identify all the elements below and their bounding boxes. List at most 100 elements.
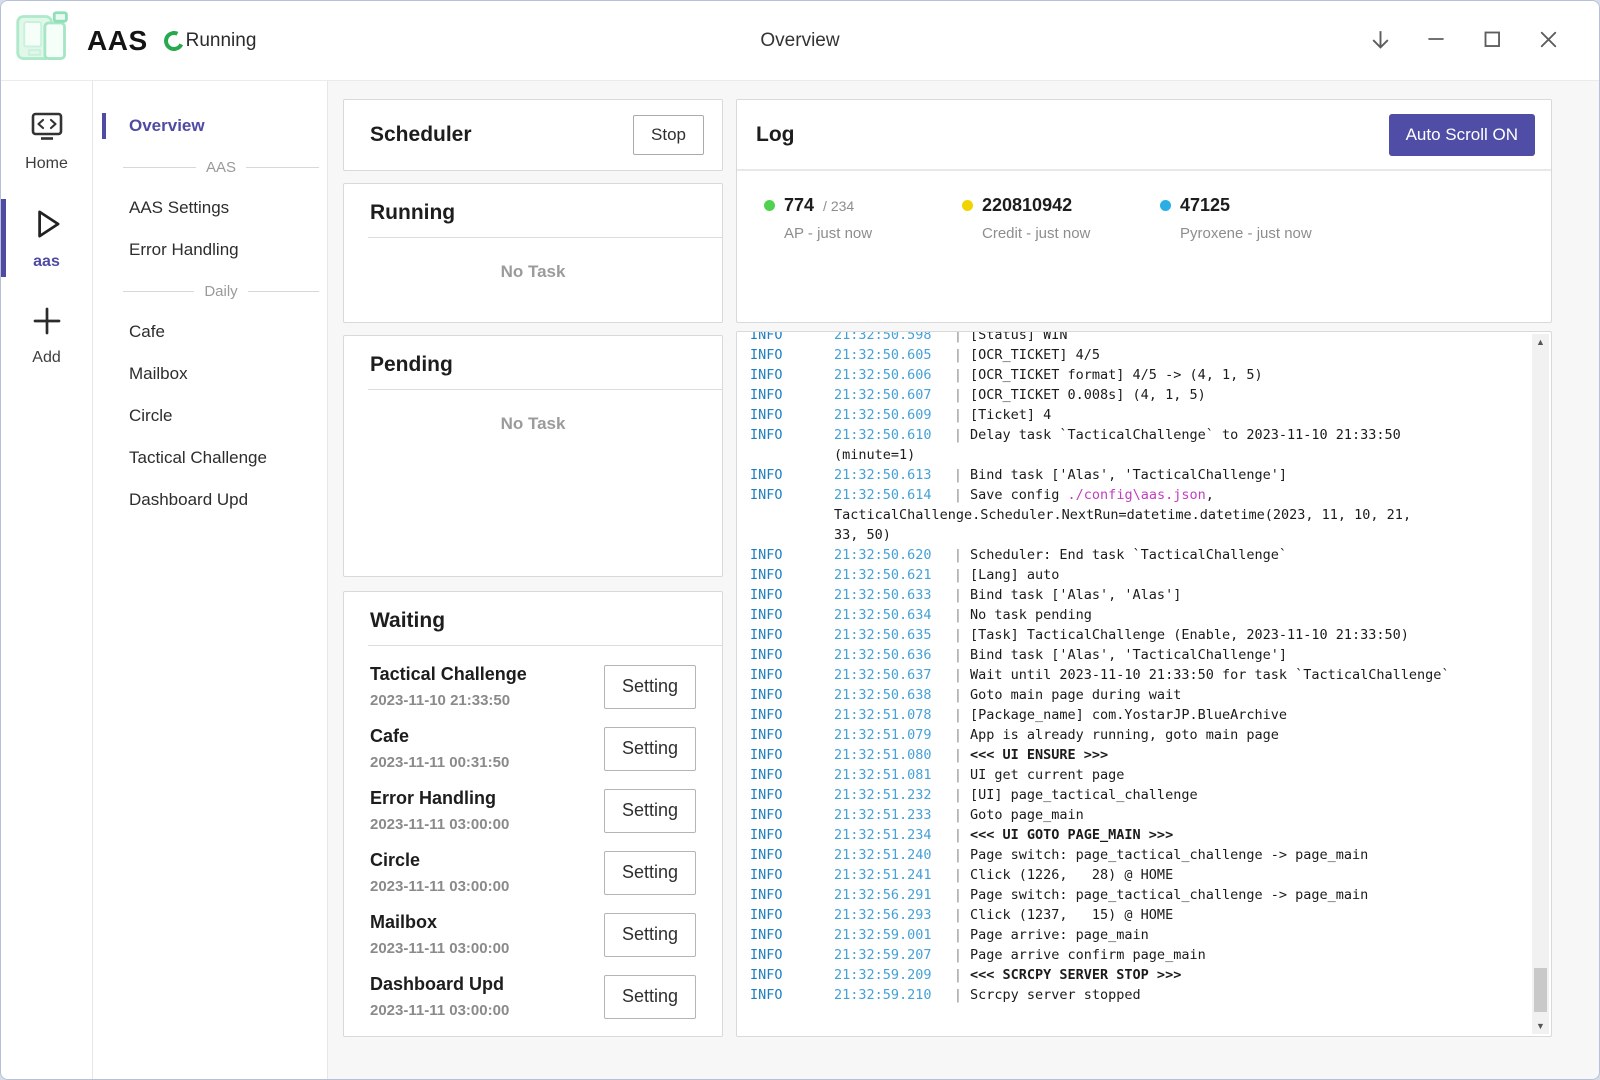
log-view-card: INFO21:32:50.598|[Status] WININFO21:32:5… (736, 331, 1552, 1037)
rail-item-home[interactable]: Home (1, 101, 92, 181)
waiting-item-next-run: 2023-11-11 03:00:00 (370, 940, 509, 957)
log-timestamp: 21:32:51.232 (834, 785, 946, 805)
log-message: <<< SCRCPY SERVER STOP >>> (970, 965, 1519, 985)
sidebar-item-mailbox[interactable]: Mailbox (93, 353, 327, 395)
log-message: [Package_name] com.YostarJP.BlueArchive (970, 705, 1519, 725)
log-level: INFO (750, 805, 834, 825)
log-timestamp: 21:32:50.638 (834, 685, 946, 705)
log-level: INFO (750, 685, 834, 705)
log-separator: | (946, 925, 970, 945)
waiting-item-info: Circle2023-11-11 03:00:00 (370, 850, 509, 895)
log-timestamp: 21:32:50.609 (834, 405, 946, 425)
log-separator: | (946, 665, 970, 685)
log-line: INFO21:32:50.613|Bind task ['Alas', 'Tac… (750, 465, 1519, 485)
waiting-list: Tactical Challenge2023-11-10 21:33:50 Set… (344, 646, 722, 1028)
app-name: AAS (87, 25, 148, 57)
download-button[interactable] (1365, 26, 1395, 56)
minimize-button[interactable] (1421, 26, 1451, 56)
running-status-label: Running (186, 30, 257, 52)
log-message: [UI] page_tactical_challenge (970, 785, 1519, 805)
log-message: TacticalChallenge.Scheduler.NextRun=date… (834, 505, 1519, 525)
log-separator: | (946, 725, 970, 745)
log-timestamp: 21:32:51.233 (834, 805, 946, 825)
scrollbar-thumb[interactable] (1534, 968, 1547, 1012)
log-line: INFO21:32:50.605|[OCR_TICKET] 4/5 (750, 345, 1519, 365)
setting-button-circle[interactable]: Setting (604, 851, 696, 895)
log-separator: | (946, 885, 970, 905)
log-timestamp: 21:32:51.080 (834, 745, 946, 765)
log-line: INFO21:32:51.233|Goto page_main (750, 805, 1519, 825)
waiting-item-info: Error Handling2023-11-11 03:00:00 (370, 788, 509, 833)
log-timestamp: 21:32:50.598 (834, 331, 946, 345)
log-level: INFO (750, 725, 834, 745)
auto-scroll-button[interactable]: Auto Scroll ON (1389, 114, 1535, 156)
waiting-item-next-run: 2023-11-11 03:00:00 (370, 878, 509, 895)
log-line: INFO21:32:59.209|<<< SCRCPY SERVER STOP … (750, 965, 1519, 985)
log-line: INFO21:32:50.598|[Status] WIN (750, 331, 1519, 345)
log-separator: | (946, 331, 970, 345)
log-timestamp: 21:32:50.635 (834, 625, 946, 645)
log-line: INFO21:32:50.609|[Ticket] 4 (750, 405, 1519, 425)
sidebar-item-cafe[interactable]: Cafe (93, 311, 327, 353)
sidebar-item-dashboard-upd[interactable]: Dashboard Upd (93, 479, 327, 521)
log-separator: | (946, 365, 970, 385)
log-timestamp: 21:32:51.079 (834, 725, 946, 745)
scrollbar-up-icon[interactable]: ▲ (1532, 334, 1549, 350)
maximize-button[interactable] (1477, 26, 1507, 56)
log-timestamp: 21:32:50.634 (834, 605, 946, 625)
setting-button-error-handling[interactable]: Setting (604, 789, 696, 833)
setting-button-cafe[interactable]: Setting (604, 727, 696, 771)
setting-button-dashboard-upd[interactable]: Setting (604, 975, 696, 1019)
log-separator: | (946, 965, 970, 985)
waiting-item-info: Tactical Challenge2023-11-10 21:33:50 (370, 664, 527, 709)
sidebar: OverviewAASAAS SettingsError HandlingDai… (93, 81, 328, 1079)
rail-item-aas[interactable]: aas (1, 197, 92, 279)
setting-button-tactical-challenge[interactable]: Setting (604, 665, 696, 709)
sidebar-item-tactical-challenge[interactable]: Tactical Challenge (93, 437, 327, 479)
log-separator: | (946, 605, 970, 625)
log-line: INFO21:32:59.210|Scrcpy server stopped (750, 985, 1519, 1005)
log-level: INFO (750, 765, 834, 785)
log-line: INFO21:32:50.610|Delay task `TacticalCha… (750, 425, 1519, 445)
scrollbar-down-icon[interactable]: ▼ (1532, 1018, 1549, 1034)
sidebar-item-error-handling[interactable]: Error Handling (93, 229, 327, 271)
close-button[interactable] (1533, 26, 1563, 56)
stat-value: 774 (784, 195, 814, 216)
log-stats: 774/ 234AP - just now220810942Credit - j… (737, 171, 1551, 242)
log-line: TacticalChallenge.Scheduler.NextRun=date… (750, 505, 1519, 525)
log-timestamp: 21:32:51.078 (834, 705, 946, 725)
close-icon (1535, 26, 1562, 56)
waiting-item-mailbox: Mailbox2023-11-11 03:00:00Setting (370, 904, 696, 966)
log-message: App is already running, goto main page (970, 725, 1519, 745)
sidebar-section-label: Daily (204, 283, 237, 300)
setting-button-mailbox[interactable]: Setting (604, 913, 696, 957)
log-separator: | (946, 905, 970, 925)
log-lines: INFO21:32:50.598|[Status] WININFO21:32:5… (750, 331, 1519, 1005)
log-message: Bind task ['Alas', 'TacticalChallenge'] (970, 465, 1519, 485)
sidebar-item-aas-settings[interactable]: AAS Settings (93, 187, 327, 229)
log-timestamp: 21:32:56.293 (834, 905, 946, 925)
stat-extra: / 234 (823, 198, 854, 214)
sidebar-item-overview[interactable]: Overview (93, 105, 327, 147)
log-separator: | (946, 345, 970, 365)
rail-item-add[interactable]: Add (1, 295, 92, 375)
log-line: (minute=1) (750, 445, 1519, 465)
app-window: AAS Running Overview Home aas Add Overview… (0, 0, 1600, 1080)
pending-card: Pending No Task (343, 335, 723, 577)
log-header-card: Log Auto Scroll ON 774/ 234AP - just now… (736, 99, 1552, 323)
titlebar: AAS Running Overview (1, 1, 1599, 81)
log-separator: | (946, 785, 970, 805)
log-line: INFO21:32:50.607|[OCR_TICKET 0.008s] (4,… (750, 385, 1519, 405)
log-message: Click (1237, 15) @ HOME (970, 905, 1519, 925)
stop-button[interactable]: Stop (633, 115, 704, 155)
log-message: <<< UI ENSURE >>> (970, 745, 1519, 765)
log-level: INFO (750, 705, 834, 725)
waiting-item-dashboard-upd: Dashboard Upd2023-11-11 03:00:00Setting (370, 966, 696, 1028)
log-message: Click (1226, 28) @ HOME (970, 865, 1519, 885)
sidebar-section-daily: Daily (123, 271, 319, 311)
log-line: INFO21:32:56.293|Click (1237, 15) @ HOME (750, 905, 1519, 925)
stat-pyroxene: 47125Pyroxene - just now (1160, 195, 1358, 242)
log-scrollbar[interactable]: ▲ ▼ (1532, 334, 1549, 1034)
running-title: Running (370, 201, 455, 224)
sidebar-item-circle[interactable]: Circle (93, 395, 327, 437)
